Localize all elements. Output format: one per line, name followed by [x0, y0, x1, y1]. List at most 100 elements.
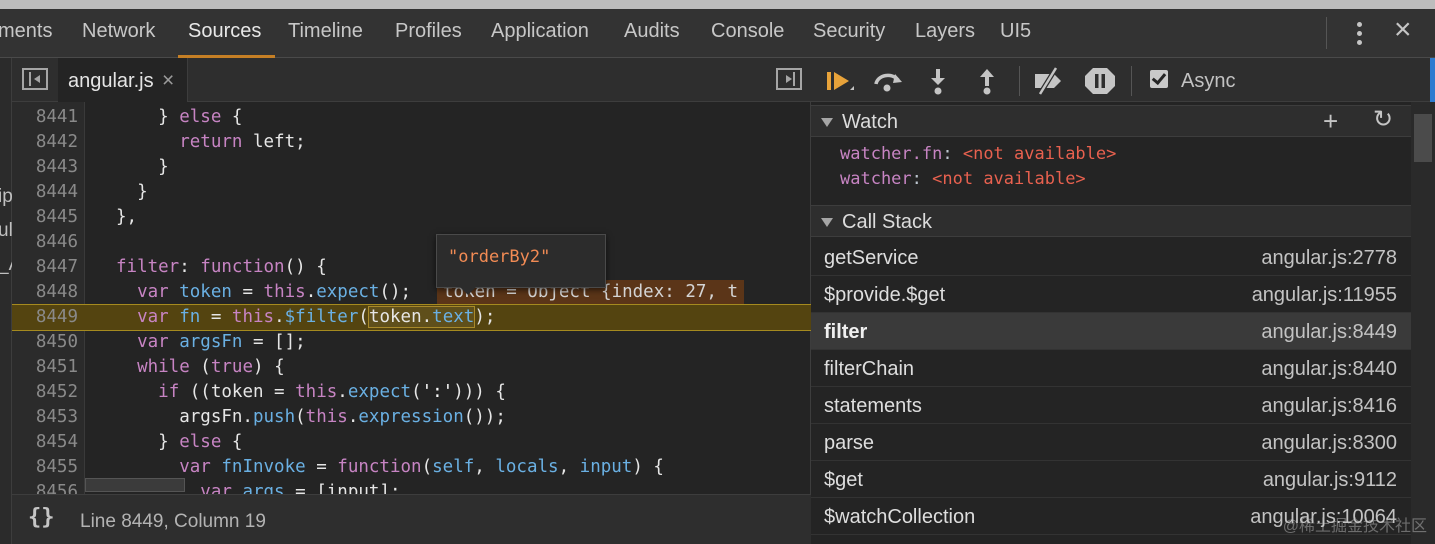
pause-on-exceptions-icon[interactable] [1083, 66, 1117, 96]
call-frame-provideget[interactable]: $provide.$get angular.js:11955 [811, 276, 1411, 313]
code-line[interactable]: 8445}, [12, 205, 811, 230]
line-number[interactable]: 8443 [12, 155, 78, 180]
line-number[interactable]: 8450 [12, 330, 78, 355]
line-number[interactable]: 8445 [12, 205, 78, 230]
code-text[interactable]: var token = this.expect(); [116, 280, 411, 305]
close-devtools-icon[interactable]: × [1394, 15, 1412, 45]
step-over-icon[interactable] [871, 66, 905, 96]
call-frame-location[interactable]: angular.js:8440 [1261, 358, 1397, 381]
line-number[interactable]: 8447 [12, 255, 78, 280]
call-frame-location[interactable]: angular.js:11955 [1252, 284, 1397, 307]
code-text[interactable]: var argsFn = []; [116, 330, 306, 355]
code-line[interactable]: 8446 [12, 230, 811, 255]
code-line[interactable]: 8442 return left; [12, 130, 811, 155]
debugger-sidebar: Async Watch + ↻ watcher.fn: <not availab… [811, 58, 1435, 544]
call-frame-location[interactable]: angular.js:8416 [1261, 395, 1397, 418]
call-frame-statements[interactable]: statements angular.js:8416 [811, 387, 1411, 424]
code-line[interactable]: 8453 argsFn.push(this.expression()); [12, 405, 811, 430]
line-number[interactable]: 8442 [12, 130, 78, 155]
code-text[interactable]: argsFn.push(this.expression()); [116, 405, 506, 430]
line-number[interactable]: 8451 [12, 355, 78, 380]
watch-expression[interactable]: watcher: <not available> [840, 169, 1086, 189]
code-text[interactable]: } else { [116, 430, 242, 455]
deactivate-breakpoints-icon[interactable] [1032, 66, 1066, 96]
line-number[interactable]: 8448 [12, 280, 78, 305]
tab-sources[interactable]: Sources [188, 20, 261, 43]
watch-expression[interactable]: watcher.fn: <not available> [840, 144, 1116, 164]
collapse-triangle-icon[interactable] [821, 218, 833, 227]
step-out-icon[interactable] [970, 66, 1004, 96]
code-line[interactable]: 8443 } [12, 155, 811, 180]
call-frame-location[interactable]: angular.js:9112 [1263, 469, 1397, 492]
code-text[interactable]: } else { [116, 105, 242, 130]
async-checkbox[interactable] [1150, 70, 1168, 88]
value-popover: "orderBy2" [436, 234, 606, 295]
code-line[interactable]: 8454 } else { [12, 430, 811, 455]
code-text[interactable]: if ((token = this.expect(':'))) { [116, 380, 506, 405]
tab-security[interactable]: Security [813, 20, 885, 43]
sidebar-scrollbar[interactable] [1411, 102, 1435, 544]
close-tab-icon[interactable]: × [162, 69, 174, 93]
tab-application[interactable]: Application [491, 20, 589, 43]
collapse-triangle-icon[interactable] [821, 118, 833, 127]
tab-audits[interactable]: Audits [624, 20, 680, 43]
code-text[interactable]: } [116, 180, 148, 205]
code-text[interactable]: var fnInvoke = function(self, locals, in… [116, 455, 664, 480]
line-number[interactable]: 8449 [12, 305, 78, 330]
line-number[interactable]: 8454 [12, 430, 78, 455]
call-frame-location[interactable]: angular.js:8300 [1261, 432, 1397, 455]
code-text[interactable]: } [116, 155, 169, 180]
tab-network[interactable]: Network [82, 20, 155, 43]
code-line[interactable]: 8444 } [12, 180, 811, 205]
line-number[interactable]: 8446 [12, 230, 78, 255]
step-into-icon[interactable] [921, 66, 955, 96]
tab-profiles[interactable]: Profiles [395, 20, 462, 43]
call-frame-filterchain[interactable]: filterChain angular.js:8440 [811, 350, 1411, 387]
tab-ments[interactable]: ments [0, 20, 52, 43]
call-frame-location[interactable]: angular.js:8449 [1261, 321, 1397, 344]
call-frame-getservice[interactable]: getService angular.js:2778 [811, 239, 1411, 276]
horizontal-scrollbar[interactable] [85, 478, 185, 492]
tab-timeline[interactable]: Timeline [288, 20, 363, 43]
navigator-fragment[interactable]: ip [0, 186, 13, 208]
file-tab-angular[interactable]: angular.js × [58, 58, 188, 102]
call-frame-get[interactable]: $get angular.js:9112 [811, 461, 1411, 498]
code-line[interactable]: 8448 var token = this.expect(); token = O… [12, 280, 811, 305]
call-frame-filter[interactable]: filter angular.js:8449 [811, 313, 1411, 350]
scrollbar-thumb[interactable] [1414, 114, 1432, 162]
code-line[interactable]: 8441 } else { [12, 105, 811, 130]
code-area[interactable]: 8441 } else {8442 return left; 8443 } 8444… [12, 105, 811, 535]
navigator-pane: ip ul _A [0, 58, 21, 544]
navigator-fragment[interactable]: ul [0, 220, 13, 242]
line-number[interactable]: 8441 [12, 105, 78, 130]
call-frame-location[interactable]: angular.js:2778 [1261, 247, 1397, 270]
code-text[interactable]: }, [116, 205, 137, 230]
watch-section-header[interactable]: Watch + ↻ [811, 105, 1411, 137]
line-number[interactable]: 8455 [12, 455, 78, 480]
toggle-debugger-icon[interactable] [776, 68, 802, 90]
tab-layers[interactable]: Layers [915, 20, 975, 43]
pretty-print-icon[interactable]: {} [28, 505, 55, 530]
tab-console[interactable]: Console [711, 20, 784, 43]
tab-ui5[interactable]: UI5 [1000, 20, 1031, 43]
code-line[interactable]: 8452 if ((token = this.expect(':'))) { [12, 380, 811, 405]
code-text[interactable]: return left; [116, 130, 305, 155]
more-options-icon[interactable] [1350, 21, 1370, 47]
paused-code-line[interactable]: 8449 var fn = this.$filter(token.text); [12, 304, 811, 331]
code-line[interactable]: 8450 var argsFn = []; [12, 330, 811, 355]
call-frame-parse[interactable]: parse angular.js:8300 [811, 424, 1411, 461]
code-text[interactable]: while (true) { [116, 355, 285, 380]
call-stack-section-header[interactable]: Call Stack [811, 205, 1411, 237]
code-text[interactable]: filter: function() { [116, 255, 327, 280]
line-number[interactable]: 8444 [12, 180, 78, 205]
line-number[interactable]: 8453 [12, 405, 78, 430]
toggle-navigator-icon[interactable] [22, 68, 48, 90]
resume-icon[interactable] [823, 66, 857, 96]
refresh-icon[interactable]: ↻ [1373, 108, 1393, 132]
code-line[interactable]: 8451 while (true) { [12, 355, 811, 380]
code-line[interactable]: 8455 var fnInvoke = function(self, local… [12, 455, 811, 480]
line-number[interactable]: 8452 [12, 380, 78, 405]
add-watch-icon[interactable]: + [1323, 108, 1338, 134]
code-text[interactable]: var fn = this.$filter(token.text); [116, 305, 495, 330]
code-line[interactable]: 8447 filter: function() { [12, 255, 811, 280]
